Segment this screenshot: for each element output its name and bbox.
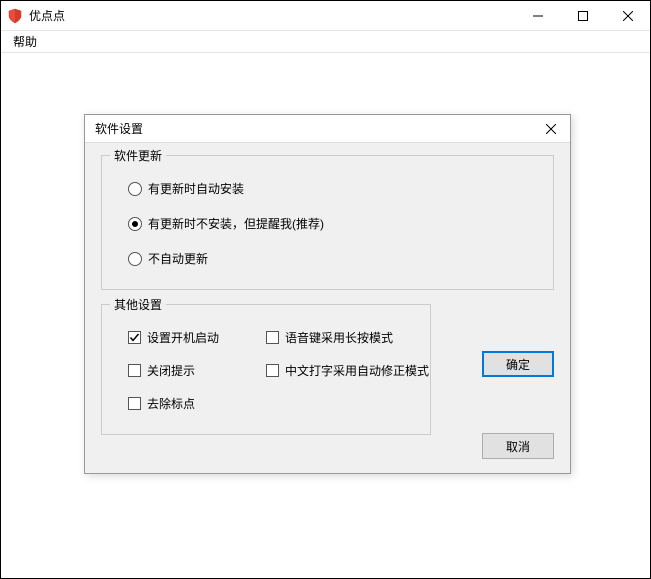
checkbox-startup[interactable]: 设置开机启动 [128,329,258,346]
checkbox-close-tips[interactable]: 关闭提示 [128,362,258,379]
window-title: 优点点 [29,7,65,24]
checkbox-icon [128,331,141,344]
settings-dialog: 软件设置 软件更新 有更新时自动安装 有更新时不安装，但提醒我(推荐) [84,114,571,474]
other-fieldset: 其他设置 设置开机启动 语音键采用长按模式 关闭提示 [101,304,431,435]
checkbox-label: 去除标点 [147,395,195,412]
cancel-button[interactable]: 取消 [482,433,554,459]
checkbox-label: 设置开机启动 [147,329,219,346]
radio-no-update[interactable]: 不自动更新 [128,250,535,267]
radio-icon [128,252,142,266]
checkbox-voice-longpress[interactable]: 语音键采用长按模式 [266,329,466,346]
other-legend: 其他设置 [110,296,166,313]
checkbox-remove-punct[interactable]: 去除标点 [128,395,258,412]
radio-icon [128,217,142,231]
checkbox-label: 关闭提示 [147,362,195,379]
radio-label: 不自动更新 [148,250,208,267]
dialog-titlebar: 软件设置 [85,115,570,143]
app-icon [7,8,23,24]
minimize-button[interactable] [515,1,560,30]
checkbox-label: 语音键采用长按模式 [285,329,393,346]
checkbox-label: 中文打字采用自动修正模式 [285,362,429,379]
checkbox-autocorrect[interactable]: 中文打字采用自动修正模式 [266,362,466,379]
menu-help[interactable]: 帮助 [7,31,43,52]
dialog-buttons: 确定 取消 [482,351,554,459]
ok-button[interactable]: 确定 [482,351,554,377]
client-area: 软件设置 软件更新 有更新时自动安装 有更新时不安装，但提醒我(推荐) [2,54,649,577]
checkbox-icon [266,331,279,344]
radio-label: 有更新时不安装，但提醒我(推荐) [148,215,324,232]
dialog-title: 软件设置 [95,120,143,137]
radio-auto-install[interactable]: 有更新时自动安装 [128,180,535,197]
checkbox-icon [128,364,141,377]
maximize-button[interactable] [560,1,605,30]
radio-icon [128,182,142,196]
dialog-body: 软件更新 有更新时自动安装 有更新时不安装，但提醒我(推荐) 不自动更新 其他设… [85,143,570,473]
checkbox-icon [128,397,141,410]
menubar: 帮助 [1,31,650,53]
window-controls [515,1,650,30]
checkbox-grid: 设置开机启动 语音键采用长按模式 关闭提示 中文打字采用自动修正模式 [128,329,412,412]
main-titlebar: 优点点 [1,1,650,31]
radio-notify[interactable]: 有更新时不安装，但提醒我(推荐) [128,215,535,232]
checkbox-icon [266,364,279,377]
dialog-close-button[interactable] [538,115,564,142]
close-button[interactable] [605,1,650,30]
update-legend: 软件更新 [110,147,166,164]
radio-label: 有更新时自动安装 [148,180,244,197]
update-fieldset: 软件更新 有更新时自动安装 有更新时不安装，但提醒我(推荐) 不自动更新 [101,155,554,290]
